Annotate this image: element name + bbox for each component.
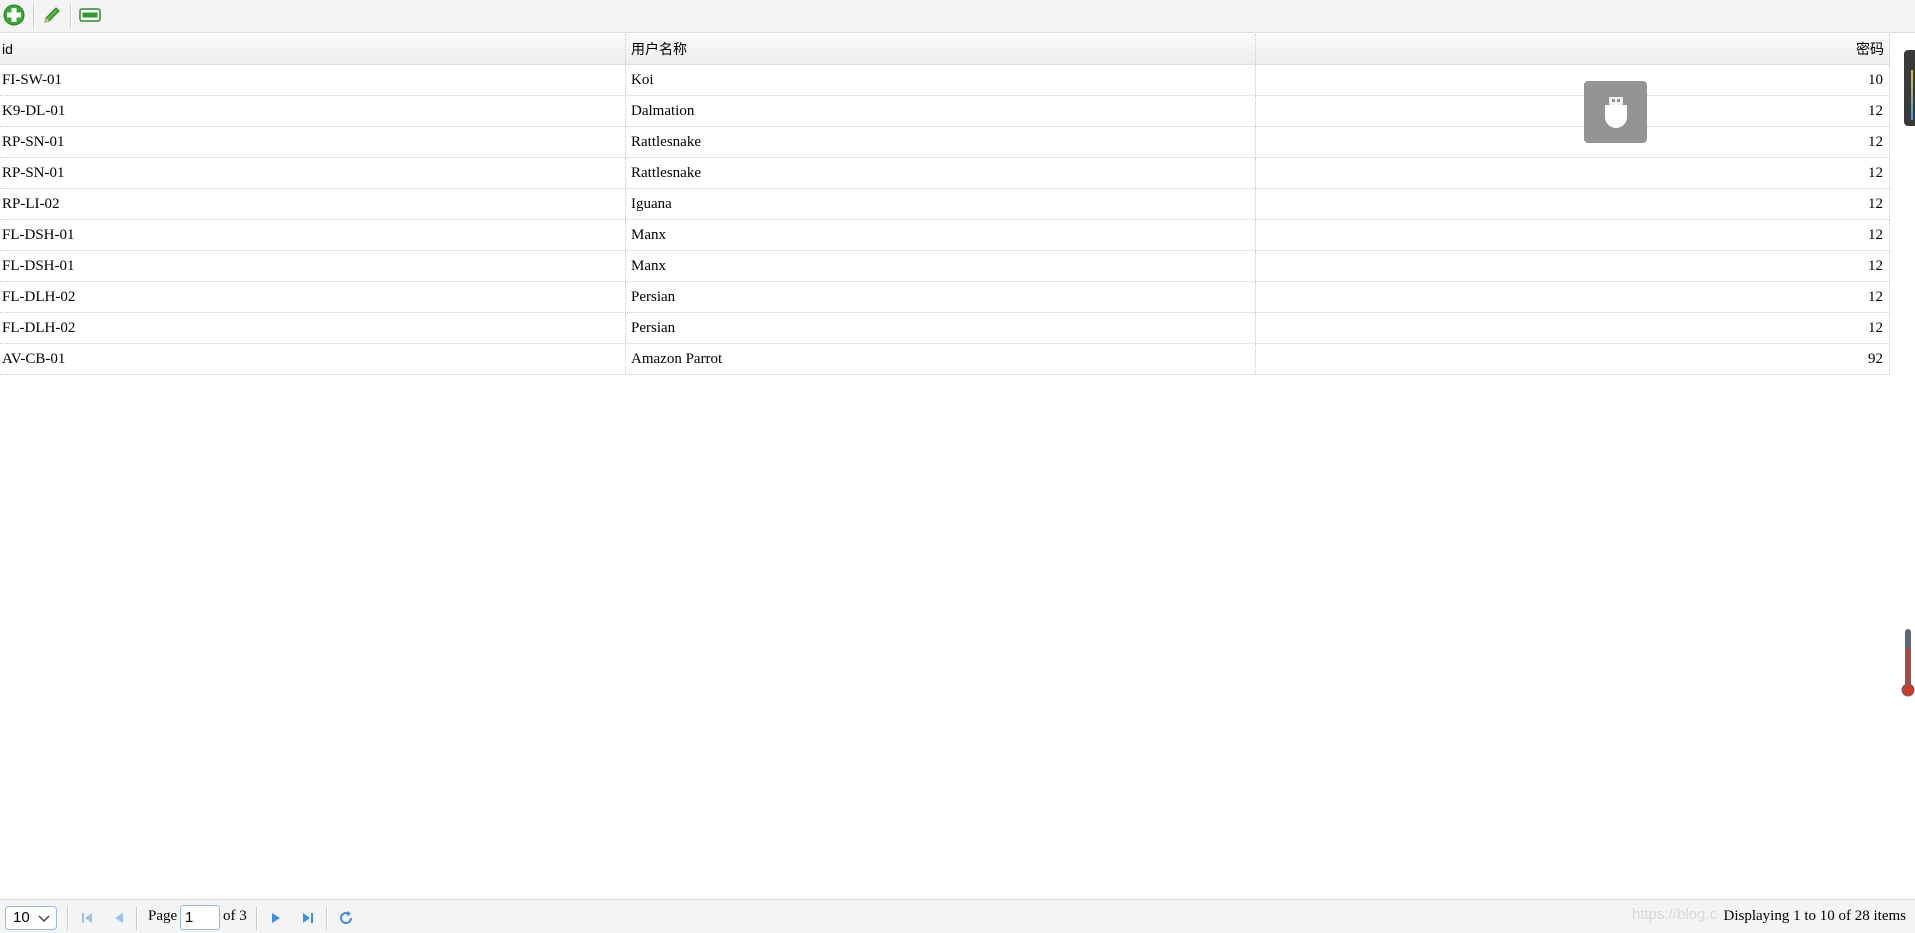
toolbar-separator	[70, 4, 71, 28]
add-icon	[3, 4, 25, 26]
floating-widget[interactable]	[1584, 81, 1647, 143]
edit-icon	[44, 7, 60, 23]
app: id 用户名称 密码 FI-SW-01 Koi 10 K9-DL-01 Dalm…	[0, 0, 1915, 933]
pager-separator	[67, 906, 68, 930]
add-button[interactable]	[1, 3, 27, 27]
cell-username: Manx	[626, 251, 1256, 281]
cell-username: Rattlesnake	[626, 127, 1256, 157]
cell-username: Iguana	[626, 189, 1256, 219]
page-size-value: 10	[13, 909, 30, 926]
cell-id: RP-LI-02	[0, 189, 626, 219]
column-header-password[interactable]: 密码	[1256, 34, 1890, 64]
page-count-label: of 3	[223, 908, 247, 924]
cell-username: Koi	[626, 65, 1256, 95]
cell-username: Manx	[626, 220, 1256, 250]
page-number-input[interactable]	[180, 905, 220, 930]
cell-username: Dalmation	[626, 96, 1256, 126]
cell-password: 10	[1256, 65, 1890, 95]
toolbar	[0, 0, 1915, 33]
column-header-id[interactable]: id	[0, 34, 626, 64]
cell-username: Amazon Parrot	[626, 344, 1256, 374]
grid-header: id 用户名称 密码	[0, 34, 1890, 65]
cell-password: 12	[1256, 220, 1890, 250]
column-header-username[interactable]: 用户名称	[626, 34, 1256, 64]
table-row[interactable]: AV-CB-01 Amazon Parrot 92	[0, 344, 1890, 375]
previous-page-icon	[115, 913, 123, 923]
cell-username: Persian	[626, 313, 1256, 343]
cell-id: FL-DLH-02	[0, 282, 626, 312]
thermometer-icon	[1901, 628, 1915, 698]
pager-separator	[326, 906, 327, 930]
cell-password: 12	[1256, 189, 1890, 219]
table-row[interactable]: FL-DSH-01 Manx 12	[0, 251, 1890, 282]
cell-password: 12	[1256, 127, 1890, 157]
cell-id: RP-SN-01	[0, 127, 626, 157]
page-size-select[interactable]: 10	[5, 906, 57, 930]
usb-drive-icon	[1604, 97, 1627, 128]
cell-password: 12	[1256, 96, 1890, 126]
watermark: https://blog.c	[1632, 906, 1718, 923]
cell-id: FL-DSH-01	[0, 251, 626, 281]
cell-password: 12	[1256, 313, 1890, 343]
last-page-button[interactable]	[298, 908, 318, 928]
record-count-label: Displaying 1 to 10 of 28 items	[1723, 908, 1907, 924]
cell-password: 12	[1256, 282, 1890, 312]
chevron-down-icon	[38, 915, 50, 923]
edit-button[interactable]	[39, 3, 65, 27]
table-row[interactable]: FL-DLH-02 Persian 12	[0, 282, 1890, 313]
cell-id: FL-DLH-02	[0, 313, 626, 343]
last-page-icon	[303, 913, 313, 923]
next-page-button[interactable]	[266, 908, 286, 928]
cell-password: 92	[1256, 344, 1890, 374]
toolbar-separator	[33, 4, 34, 28]
cell-id: FL-DSH-01	[0, 220, 626, 250]
cell-id: FI-SW-01	[0, 65, 626, 95]
table-row[interactable]: FL-DLH-02 Persian 12	[0, 313, 1890, 344]
pager-separator	[256, 906, 257, 930]
cell-username: Persian	[626, 282, 1256, 312]
first-page-button[interactable]	[77, 908, 97, 928]
cell-id: AV-CB-01	[0, 344, 626, 374]
cell-password: 12	[1256, 251, 1890, 281]
cell-id: RP-SN-01	[0, 158, 626, 188]
refresh-button[interactable]	[336, 908, 356, 928]
table-row[interactable]: RP-LI-02 Iguana 12	[0, 189, 1890, 220]
cell-password: 12	[1256, 158, 1890, 188]
table-row[interactable]: RP-SN-01 Rattlesnake 12	[0, 158, 1890, 189]
table-row[interactable]: FL-DSH-01 Manx 12	[0, 220, 1890, 251]
remove-button[interactable]	[77, 3, 103, 27]
next-page-icon	[272, 913, 280, 923]
cell-id: K9-DL-01	[0, 96, 626, 126]
pager-separator	[136, 906, 137, 930]
page-label: Page	[148, 908, 178, 924]
cell-username: Rattlesnake	[626, 158, 1256, 188]
previous-page-button[interactable]	[109, 908, 129, 928]
first-page-icon	[82, 913, 92, 923]
pagination-bar: 10 Page of 3	[0, 899, 1915, 933]
remove-icon	[79, 8, 101, 22]
refresh-icon	[340, 911, 353, 924]
side-panel-handle[interactable]	[1904, 50, 1915, 126]
